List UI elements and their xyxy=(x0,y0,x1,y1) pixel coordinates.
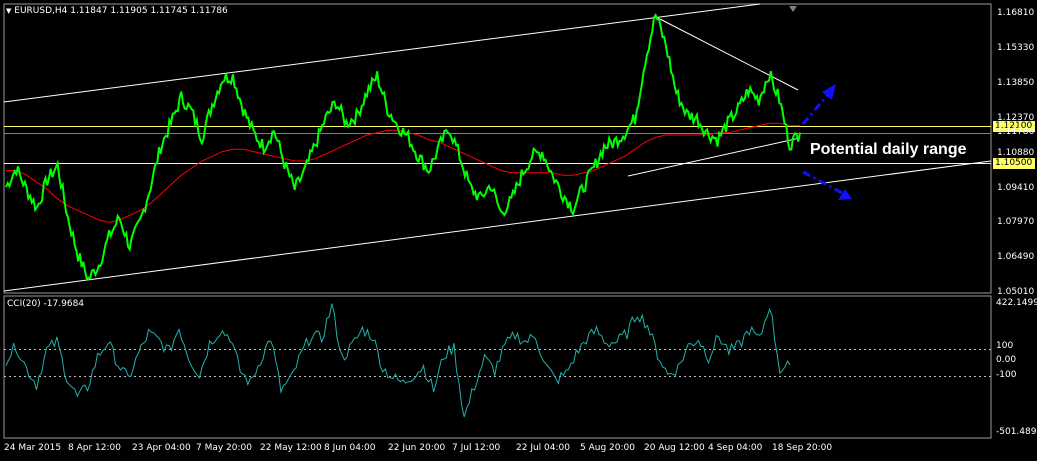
indicator-label: CCI(20) -17.9684 xyxy=(7,299,85,309)
price-tick-label: 1.09410 xyxy=(997,183,1035,194)
price-tick-label: 1.05010 xyxy=(997,287,1035,297)
price-tick-label: 1.16810 xyxy=(997,8,1035,19)
arrow-up-line[interactable] xyxy=(801,91,832,125)
level-tag-1: 1.10500 xyxy=(993,157,1035,169)
cci-scale-bottom: -501.489 xyxy=(996,427,1037,437)
time-tick-label: 22 May 12:00 xyxy=(260,443,322,453)
time-tick-label: 8 Apr 12:00 xyxy=(68,443,121,453)
chart-shift-marker[interactable] xyxy=(789,6,797,12)
chart-header: ▼ EURUSD,H4 1.11847 1.11905 1.11745 1.11… xyxy=(6,6,228,16)
time-tick-label: 7 Jul 12:00 xyxy=(452,443,501,453)
triangle-lower-line[interactable] xyxy=(627,137,801,177)
open-value: 1.11847 xyxy=(70,6,108,16)
chart-window[interactable]: ▼ EURUSD,H4 1.11847 1.11905 1.11745 1.11… xyxy=(0,0,1037,458)
cci-level-0: 0.00 xyxy=(996,355,1017,365)
moving-average xyxy=(6,122,800,223)
chart-canvas[interactable] xyxy=(0,0,1037,458)
low-value: 1.11745 xyxy=(150,6,188,16)
price-tick-label: 1.15330 xyxy=(997,43,1035,54)
time-tick-label: 18 Sep 20:00 xyxy=(772,443,833,453)
close-value: 1.11786 xyxy=(190,6,228,16)
time-tick-label: 4 Sep 04:00 xyxy=(708,443,763,453)
time-tick-label: 24 Mar 2015 xyxy=(4,443,62,453)
cci-line xyxy=(5,303,791,418)
dropdown-triangle-icon[interactable]: ▼ xyxy=(6,7,11,15)
cci-scale-top: 422.1499 xyxy=(996,298,1037,308)
indicator-panel-frame xyxy=(3,295,992,439)
cci-series xyxy=(5,303,791,418)
price-tick-label: 1.10880 xyxy=(997,148,1035,159)
high-value: 1.11905 xyxy=(110,6,148,16)
cci-level-minus-100: -100 xyxy=(996,370,1017,380)
symbol-label: EURUSD,H4 xyxy=(14,6,68,16)
time-tick-label: 8 Jun 04:00 xyxy=(324,443,376,453)
price-tick-label: 1.06490 xyxy=(997,252,1035,263)
cci-level-100: 100 xyxy=(996,341,1014,351)
time-tick-label: 23 Apr 04:00 xyxy=(132,443,191,453)
time-tick-label: 7 May 20:00 xyxy=(196,443,252,453)
time-tick-label: 5 Aug 20:00 xyxy=(580,443,635,453)
annotation-text[interactable]: Potential daily range xyxy=(810,141,966,159)
price-tick-label: 1.07970 xyxy=(997,217,1035,228)
price-tick-label: 1.11786 xyxy=(997,127,1035,137)
price-tick-label: 1.12370 xyxy=(997,113,1035,124)
arrow-down-line[interactable] xyxy=(802,170,845,196)
time-tick-label: 20 Aug 12:00 xyxy=(644,443,705,453)
price-line xyxy=(5,13,801,281)
price-series xyxy=(5,13,801,281)
arrow-up-head-icon xyxy=(822,84,836,100)
time-tick-label: 22 Jun 20:00 xyxy=(388,443,446,453)
ma-line xyxy=(6,122,800,223)
time-tick-label: 22 Jul 04:00 xyxy=(516,443,570,453)
price-tick-label: 1.13850 xyxy=(997,78,1035,89)
triangle-upper-line[interactable] xyxy=(657,17,799,91)
